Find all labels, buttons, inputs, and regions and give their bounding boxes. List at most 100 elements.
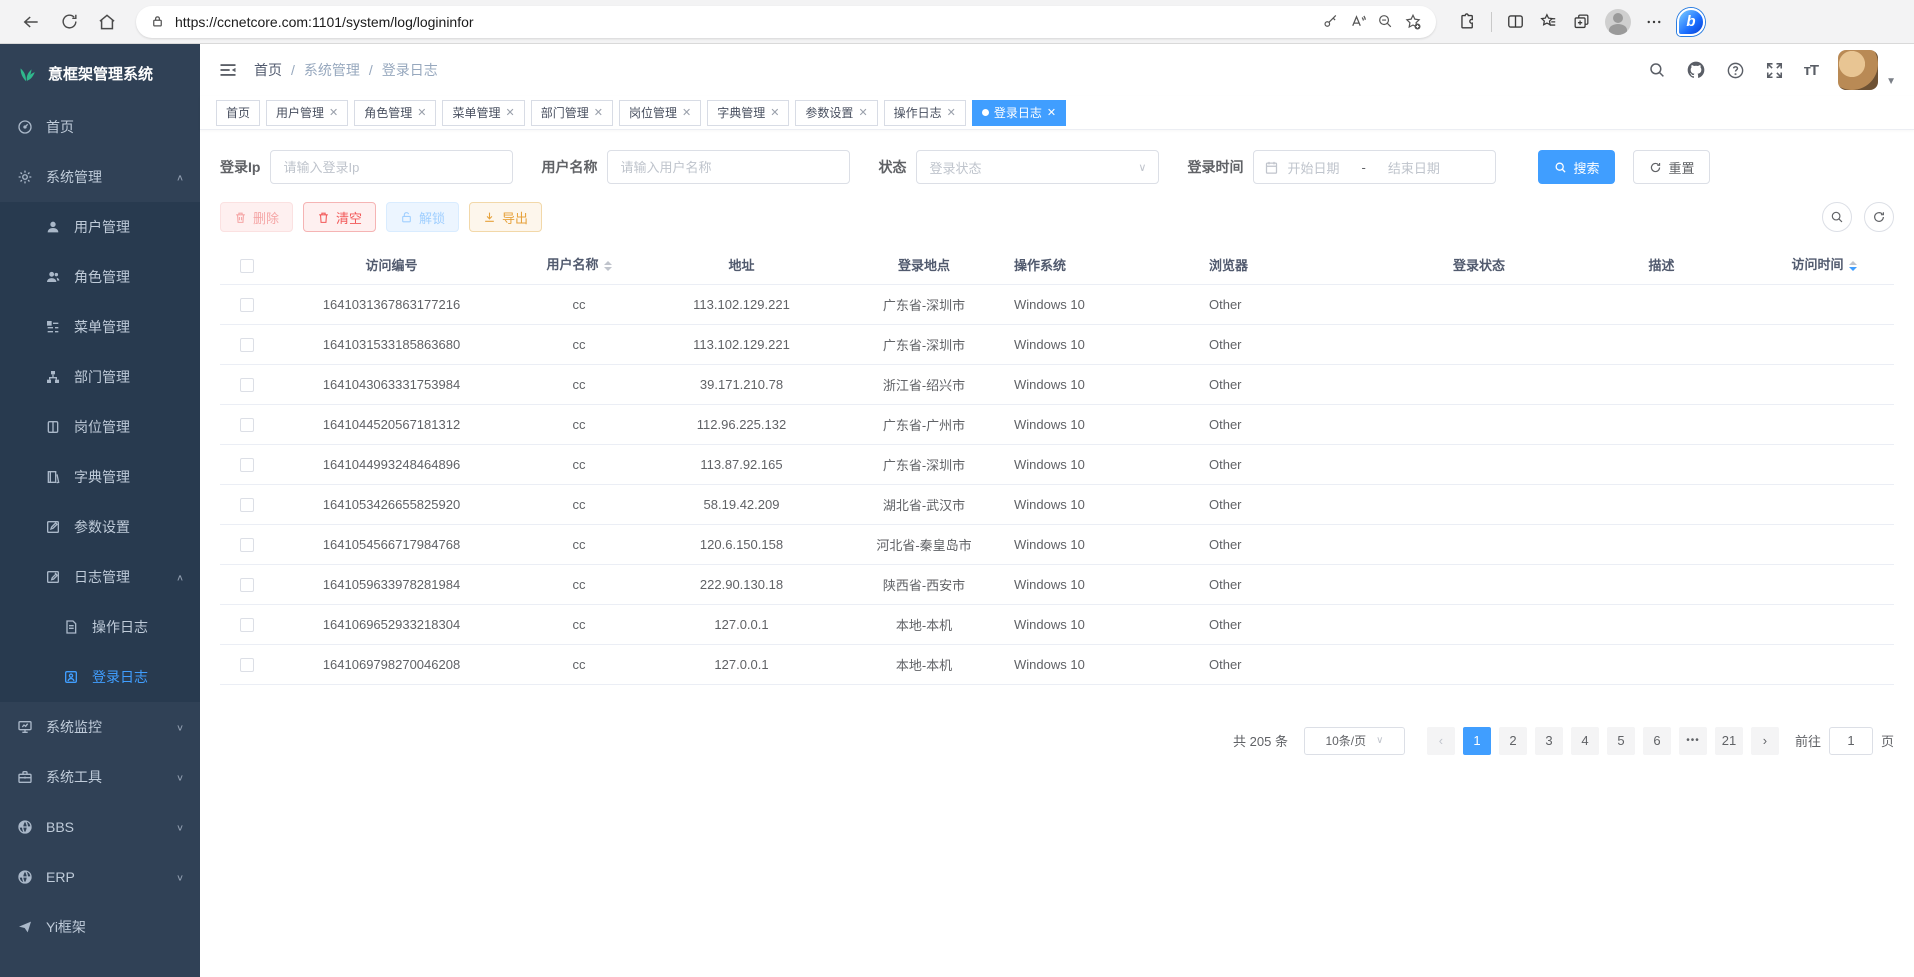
col-user-name[interactable]: 用户名称 — [509, 246, 649, 284]
sidebar-item-user-mgmt[interactable]: 用户管理 — [0, 202, 200, 252]
row-checkbox[interactable] — [240, 458, 254, 472]
close-icon[interactable]: ✕ — [506, 106, 515, 119]
sidebar-item-param-settings[interactable]: 参数设置 — [0, 502, 200, 552]
delete-button[interactable]: 删除 — [220, 202, 293, 232]
menu-fold-icon[interactable] — [218, 60, 238, 80]
row-checkbox[interactable] — [240, 618, 254, 632]
collections-icon[interactable] — [1572, 12, 1591, 31]
close-icon[interactable]: ✕ — [594, 106, 603, 119]
goto-page-input[interactable] — [1829, 727, 1873, 755]
page-size-select[interactable]: 10条/页∨ — [1304, 727, 1405, 755]
tab-dept-mgmt[interactable]: 部门管理✕ — [531, 100, 613, 126]
tab-home[interactable]: 首页 — [216, 100, 260, 126]
table-row[interactable]: 1641053426655825920cc58.19.42.209湖北省-武汉市… — [220, 484, 1894, 524]
sidebar-item-dept-mgmt[interactable]: 部门管理 — [0, 352, 200, 402]
clear-button[interactable]: 清空 — [303, 202, 376, 232]
fullscreen-icon[interactable] — [1765, 61, 1784, 80]
user-name-input[interactable] — [607, 150, 850, 184]
user-avatar[interactable] — [1838, 50, 1878, 90]
page-button-4[interactable]: 4 — [1571, 727, 1599, 755]
sidebar-item-post-mgmt[interactable]: 岗位管理 — [0, 402, 200, 452]
sidebar-item-system-mgmt[interactable]: 系统管理 ∧ — [0, 152, 200, 202]
prev-page-button[interactable]: ‹ — [1427, 727, 1455, 755]
table-row[interactable]: 1641031533185863680cc113.102.129.221广东省-… — [220, 324, 1894, 364]
more-pages-button[interactable]: ••• — [1679, 727, 1707, 755]
tab-operation-log[interactable]: 操作日志✕ — [884, 100, 966, 126]
sidebar-item-home[interactable]: 首页 — [0, 102, 200, 152]
tab-dict-mgmt[interactable]: 字典管理✕ — [707, 100, 789, 126]
sidebar-item-erp[interactable]: ERP ∨ — [0, 852, 200, 902]
row-checkbox[interactable] — [240, 418, 254, 432]
sidebar-item-menu-mgmt[interactable]: 菜单管理 — [0, 302, 200, 352]
browser-home-button[interactable] — [90, 5, 124, 39]
table-row[interactable]: 1641069652933218304cc127.0.0.1本地-本机 Wind… — [220, 604, 1894, 644]
tab-param-settings[interactable]: 参数设置✕ — [795, 100, 877, 126]
row-checkbox[interactable] — [240, 298, 254, 312]
github-icon[interactable] — [1686, 60, 1706, 80]
bing-chat-icon[interactable]: b — [1677, 8, 1705, 36]
search-button[interactable]: 搜索 — [1538, 150, 1615, 184]
split-screen-icon[interactable] — [1506, 12, 1525, 31]
status-select[interactable]: 登录状态∨ — [916, 150, 1159, 184]
table-row[interactable]: 1641069798270046208cc127.0.0.1本地-本机 Wind… — [220, 644, 1894, 684]
close-icon[interactable]: ✕ — [417, 106, 426, 119]
sidebar-item-login-log[interactable]: 登录日志 — [0, 652, 200, 702]
table-row[interactable]: 1641054566717984768cc120.6.150.158河北省-秦皇… — [220, 524, 1894, 564]
table-row[interactable]: 1641031367863177216cc113.102.129.221广东省-… — [220, 284, 1894, 324]
sort-icons[interactable] — [1849, 257, 1857, 275]
tab-login-log[interactable]: 登录日志✕ — [972, 100, 1066, 126]
breadcrumb-home[interactable]: 首页 — [254, 60, 282, 80]
close-icon[interactable]: ✕ — [1047, 106, 1056, 119]
browser-refresh-button[interactable] — [52, 5, 86, 39]
browser-menu-icon[interactable] — [1645, 13, 1663, 31]
site-lock-icon[interactable] — [150, 14, 165, 29]
sidebar-item-system-monitor[interactable]: 系统监控 ∨ — [0, 702, 200, 752]
row-checkbox[interactable] — [240, 498, 254, 512]
end-date-placeholder[interactable]: 结束日期 — [1388, 158, 1440, 177]
table-row[interactable]: 1641044993248464896cc113.87.92.165广东省-深圳… — [220, 444, 1894, 484]
extensions-icon[interactable] — [1458, 12, 1477, 31]
password-key-icon[interactable] — [1322, 13, 1339, 30]
row-checkbox[interactable] — [240, 538, 254, 552]
avatar-caret-icon[interactable]: ▼ — [1886, 76, 1896, 87]
tab-post-mgmt[interactable]: 岗位管理✕ — [619, 100, 701, 126]
breadcrumb-system[interactable]: 系统管理 — [304, 60, 360, 80]
tab-role-mgmt[interactable]: 角色管理✕ — [354, 100, 436, 126]
read-aloud-icon[interactable] — [1349, 13, 1367, 31]
start-date-placeholder[interactable]: 开始日期 — [1287, 158, 1339, 177]
table-row[interactable]: 1641044520567181312cc112.96.225.132广东省-广… — [220, 404, 1894, 444]
url-text[interactable]: https://ccnetcore.com:1101/system/log/lo… — [175, 14, 1312, 30]
sidebar-item-system-tools[interactable]: 系统工具 ∨ — [0, 752, 200, 802]
page-button-21[interactable]: 21 — [1715, 727, 1743, 755]
sidebar-item-role-mgmt[interactable]: 角色管理 — [0, 252, 200, 302]
font-size-icon[interactable]: тT — [1804, 62, 1819, 79]
login-ip-input[interactable] — [270, 150, 513, 184]
favorites-bar-icon[interactable] — [1539, 12, 1558, 31]
row-checkbox[interactable] — [240, 338, 254, 352]
table-refresh-button[interactable] — [1864, 202, 1894, 232]
export-button[interactable]: 导出 — [469, 202, 542, 232]
date-range-picker[interactable]: 开始日期 - 结束日期 — [1253, 150, 1496, 184]
table-search-toggle-button[interactable] — [1822, 202, 1852, 232]
sidebar-item-operation-log[interactable]: 操作日志 — [0, 602, 200, 652]
close-icon[interactable]: ✕ — [770, 106, 779, 119]
select-all-checkbox[interactable] — [240, 259, 254, 273]
help-icon[interactable] — [1726, 61, 1745, 80]
row-checkbox[interactable] — [240, 378, 254, 392]
col-time[interactable]: 访问时间 — [1754, 246, 1894, 284]
next-page-button[interactable]: › — [1751, 727, 1779, 755]
row-checkbox[interactable] — [240, 658, 254, 672]
tab-menu-mgmt[interactable]: 菜单管理✕ — [442, 100, 524, 126]
page-button-3[interactable]: 3 — [1535, 727, 1563, 755]
sidebar-item-log-mgmt[interactable]: 日志管理 ∧ — [0, 552, 200, 602]
sidebar-item-bbs[interactable]: BBS ∨ — [0, 802, 200, 852]
address-bar[interactable]: https://ccnetcore.com:1101/system/log/lo… — [136, 6, 1436, 38]
close-icon[interactable]: ✕ — [329, 106, 338, 119]
header-search-icon[interactable] — [1648, 61, 1666, 79]
page-button-2[interactable]: 2 — [1499, 727, 1527, 755]
tab-user-mgmt[interactable]: 用户管理✕ — [266, 100, 348, 126]
unlock-button[interactable]: 解锁 — [386, 202, 459, 232]
browser-profile-avatar[interactable] — [1605, 9, 1631, 35]
sort-icons[interactable] — [604, 257, 612, 275]
add-favorite-star-icon[interactable] — [1404, 13, 1422, 31]
